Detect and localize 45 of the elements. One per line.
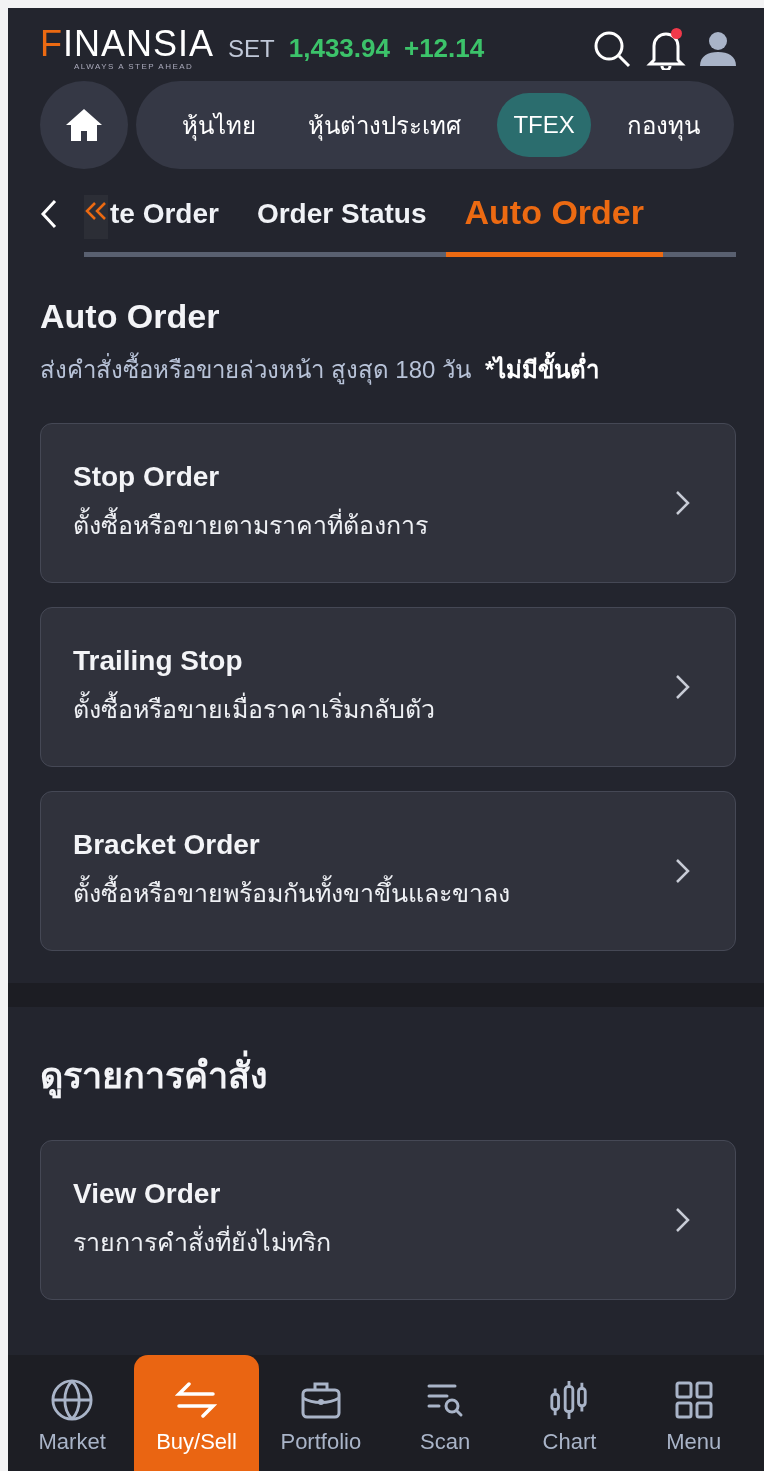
category-tab[interactable]: TFEX: [497, 93, 591, 157]
nav-tab[interactable]: Market: [10, 1355, 135, 1471]
order-tab[interactable]: Auto Order: [445, 189, 663, 257]
logo-tagline: ALWAYS A STEP AHEAD: [74, 62, 194, 71]
order-tab[interactable]: te Order: [108, 189, 238, 257]
chevron-right-icon: [675, 858, 691, 884]
chevron-right-icon: [675, 674, 691, 700]
card-title: Trailing Stop: [73, 645, 244, 677]
order-tab[interactable]: Order Status: [237, 189, 446, 257]
scroll-left-indicator[interactable]: [84, 195, 108, 239]
finansia-logo: FINANSIA: [40, 26, 215, 62]
chevron-right-icon: [675, 490, 691, 516]
nav-tab[interactable]: Scan: [383, 1355, 508, 1471]
section-subtitle: ส่งคำสั่งซื้อหรือขายล่วงหน้า สูงสุด 180 วัน: [40, 350, 472, 389]
minimum-note: *ไม่มีขั้นต่ำ: [485, 350, 600, 389]
card-title: Stop Order: [73, 461, 221, 493]
back-icon[interactable]: [40, 199, 58, 229]
category-tab[interactable]: หุ้นต่างประเทศ: [292, 93, 478, 157]
index-name: SET: [228, 34, 275, 63]
menu-card[interactable]: Stop Order ตั้งซื้อหรือขายตามราคาที่ต้องการ: [40, 423, 736, 583]
bell-icon[interactable]: [646, 27, 686, 70]
nav-tab[interactable]: Portfolio: [258, 1355, 383, 1471]
chevron-right-icon: [675, 1207, 691, 1233]
category-tab[interactable]: กองทุน: [611, 93, 716, 157]
index-value: 1,433.94: [288, 33, 390, 64]
card-description: ตั้งซื้อหรือขายพร้อมกันทั้งขาขึ้นและขาลง: [73, 873, 675, 913]
nav-tab[interactable]: Chart: [507, 1355, 632, 1471]
card-description: ตั้งซื้อหรือขายเมื่อราคาเริ่มกลับตัว: [73, 689, 675, 729]
swap-arrows-icon: [175, 1379, 218, 1421]
menu-card[interactable]: Bracket Order ตั้งซื้อหรือขายพร้อมกันทั้งขาขึ้นและขาลง: [40, 791, 736, 951]
home-icon: [64, 107, 104, 143]
menu-card[interactable]: Trailing Stop ตั้งซื้อหรือขายเมื่อราคาเริ่มกลับตัว: [40, 607, 736, 767]
section-title: ดูรายการคำสั่ง: [40, 1047, 736, 1104]
category-tab[interactable]: หุ้นไทย: [166, 93, 272, 157]
card-title: Bracket Order: [73, 829, 261, 861]
card-title: View Order: [73, 1178, 222, 1210]
menu-card[interactable]: View Order รายการคำสั่งที่ยังไม่ทริก: [40, 1140, 736, 1300]
index-change: +12.14: [403, 33, 485, 64]
section-title: Auto Order: [40, 297, 221, 336]
globe-icon: [50, 1379, 95, 1421]
card-description: รายการคำสั่งที่ยังไม่ทริก: [73, 1222, 675, 1262]
grid-menu-icon: [674, 1379, 713, 1421]
card-description: ตั้งซื้อหรือขายตามราคาที่ต้องการ: [73, 505, 675, 545]
user-avatar-icon[interactable]: [700, 29, 736, 68]
nav-tab[interactable]: Menu: [631, 1355, 756, 1471]
